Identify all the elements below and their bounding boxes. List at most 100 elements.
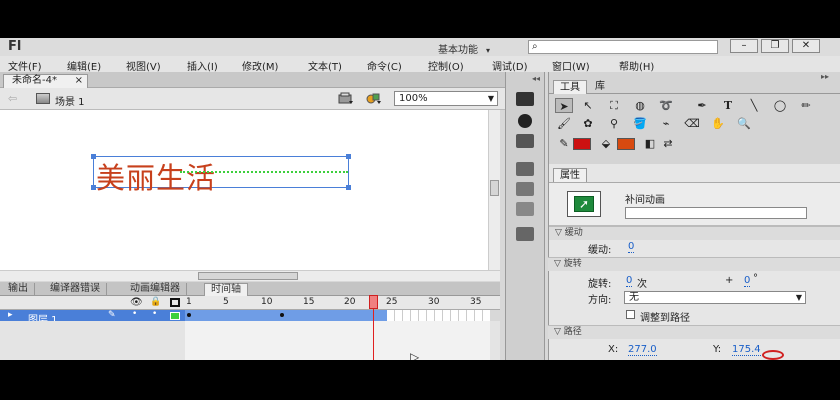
tab-tools[interactable]: 工具 <box>553 80 587 94</box>
tab-library[interactable]: 库 <box>589 80 611 94</box>
oval-tool-icon[interactable]: ◯ <box>771 98 789 113</box>
section-path[interactable]: ▽ 路径 <box>548 325 840 339</box>
deco-tool-icon[interactable]: ✿ <box>579 116 597 131</box>
chevron-down-icon: ▽ <box>554 327 564 337</box>
horizontal-scroll-thumb[interactable] <box>198 272 298 280</box>
paint-bucket-tool-icon[interactable]: 🪣 <box>631 116 649 131</box>
tween-span[interactable] <box>185 310 387 321</box>
stage-horizontal-scrollbar[interactable] <box>0 270 500 281</box>
lock-icon[interactable]: 🔒 <box>150 297 161 307</box>
free-transform-tool-icon[interactable]: ⛶ <box>605 98 623 113</box>
menu-debug[interactable]: 调试(D) <box>492 58 528 73</box>
align-icon[interactable] <box>516 92 534 106</box>
outline-color-icon[interactable] <box>170 312 180 320</box>
section-rotate[interactable]: ▽ 旋转 <box>548 257 840 271</box>
selection-tool-icon[interactable]: ➤ <box>555 98 573 113</box>
pen-tool-icon[interactable]: ✒ <box>693 98 711 113</box>
document-tab[interactable]: 未命名-4* × <box>3 74 88 88</box>
vertical-scroll-thumb[interactable] <box>490 180 499 196</box>
tab-compiler-errors[interactable]: 编译器错误 <box>44 283 107 296</box>
workspace-switcher[interactable]: 基本功能 ▾ <box>438 41 490 56</box>
ease-value[interactable]: 0 <box>628 241 635 253</box>
keyframe-dot[interactable] <box>280 313 284 317</box>
brush-tool-icon[interactable]: 🖌 <box>555 116 573 131</box>
cursor-highlight-icon <box>762 350 784 360</box>
eraser-tool-icon[interactable]: ⌫ <box>683 116 701 131</box>
tab-properties[interactable]: 属性 <box>553 168 587 182</box>
hand-tool-icon[interactable]: ✋ <box>709 116 727 131</box>
selection-handle[interactable] <box>346 154 351 159</box>
edit-scene-icon[interactable] <box>338 92 354 105</box>
line-tool-icon[interactable]: ╲ <box>745 98 763 113</box>
default-colors-icon[interactable]: ◧ <box>641 136 659 151</box>
motion-presets-icon[interactable] <box>516 202 534 216</box>
transform-icon[interactable] <box>516 134 534 148</box>
menu-window[interactable]: 窗口(W) <box>552 58 590 73</box>
menu-insert[interactable]: 插入(I) <box>187 58 218 73</box>
zoom-tool-icon[interactable]: 🔍 <box>735 116 753 131</box>
menu-edit[interactable]: 编辑(E) <box>67 58 101 73</box>
stage-canvas[interactable] <box>0 110 488 270</box>
collapse-icon[interactable]: ◂◂ <box>532 74 540 83</box>
help-search-input[interactable]: ⌕ <box>528 40 718 54</box>
keyframe-dot[interactable] <box>187 313 191 317</box>
zoom-select[interactable]: 100% ▼ <box>394 91 498 106</box>
stroke-color-swatch[interactable] <box>573 138 591 150</box>
menu-file[interactable]: 文件(F) <box>8 58 42 73</box>
scene-label[interactable]: 场景 1 <box>55 93 85 108</box>
selection-handle[interactable] <box>91 154 96 159</box>
restore-button[interactable]: ❐ <box>761 39 789 53</box>
menu-view[interactable]: 视图(V) <box>126 58 161 73</box>
eyedropper-tool-icon[interactable]: ⌁ <box>657 116 675 131</box>
close-window-button[interactable]: ✕ <box>792 39 820 53</box>
minimize-button[interactable]: – <box>730 39 758 53</box>
pencil-tool-icon[interactable]: ✏ <box>797 98 815 113</box>
stage-vertical-scrollbar[interactable] <box>488 110 500 270</box>
menu-modify[interactable]: 修改(M) <box>242 58 278 73</box>
edit-symbols-icon[interactable] <box>366 92 382 105</box>
text-object-content: 美丽生活 <box>96 161 217 195</box>
info-icon[interactable] <box>518 114 532 128</box>
layer-type-icon: ▸ <box>8 310 13 320</box>
frame-area[interactable] <box>185 321 490 360</box>
components-icon[interactable] <box>516 182 534 196</box>
orient-to-path-label: 调整到路径 <box>640 313 690 324</box>
selection-handle[interactable] <box>91 185 96 190</box>
section-ease[interactable]: ▽ 缓动 <box>549 226 840 240</box>
rotate-times-value[interactable]: 0 <box>626 275 633 287</box>
bottom-panel-tabs: 输出 编译器错误 动画编辑器 时间轴 <box>0 282 500 296</box>
rotate-degrees-value[interactable]: 0 <box>744 275 751 287</box>
code-snippets-icon[interactable] <box>516 162 534 176</box>
menu-help[interactable]: 帮助(H) <box>619 58 654 73</box>
tab-timeline[interactable]: 时间轴 <box>204 283 248 296</box>
y-value[interactable]: 175.4 <box>732 344 761 356</box>
swap-colors-icon[interactable]: ⇄ <box>659 136 677 151</box>
tab-motion-editor[interactable]: 动画编辑器 <box>124 283 187 296</box>
menu-commands[interactable]: 命令(C) <box>367 58 402 73</box>
subselection-tool-icon[interactable]: ↖ <box>579 98 597 113</box>
outline-icon[interactable] <box>170 298 180 307</box>
x-value[interactable]: 277.0 <box>628 344 657 356</box>
playhead-handle[interactable] <box>369 295 378 309</box>
instance-name-field[interactable] <box>625 207 807 219</box>
menu-control[interactable]: 控制(O) <box>428 58 464 73</box>
tween-type-label: 补间动画 <box>625 195 665 206</box>
history-icon[interactable] <box>516 227 534 241</box>
eye-icon[interactable]: 👁 <box>130 297 143 308</box>
menu-text[interactable]: 文本(T) <box>308 58 342 73</box>
empty-frames[interactable] <box>387 310 490 321</box>
visible-dot-icon[interactable]: • <box>132 309 137 319</box>
motion-path[interactable] <box>180 171 348 173</box>
direction-select[interactable]: 无 ▼ <box>624 291 806 304</box>
lasso-tool-icon[interactable]: ➰ <box>657 98 675 113</box>
close-tab-icon[interactable]: × <box>75 75 83 87</box>
text-tool-icon[interactable]: T <box>719 98 737 113</box>
back-arrow-icon[interactable]: ⇦ <box>8 92 17 105</box>
orient-to-path-checkbox[interactable] <box>626 310 635 319</box>
3d-rotation-tool-icon[interactable]: ◍ <box>631 98 649 113</box>
selection-handle[interactable] <box>346 185 351 190</box>
tab-output[interactable]: 输出 <box>2 283 35 296</box>
bone-tool-icon[interactable]: ⚲ <box>605 116 623 131</box>
lock-dot-icon[interactable]: • <box>152 309 157 319</box>
fill-color-swatch[interactable] <box>617 138 635 150</box>
